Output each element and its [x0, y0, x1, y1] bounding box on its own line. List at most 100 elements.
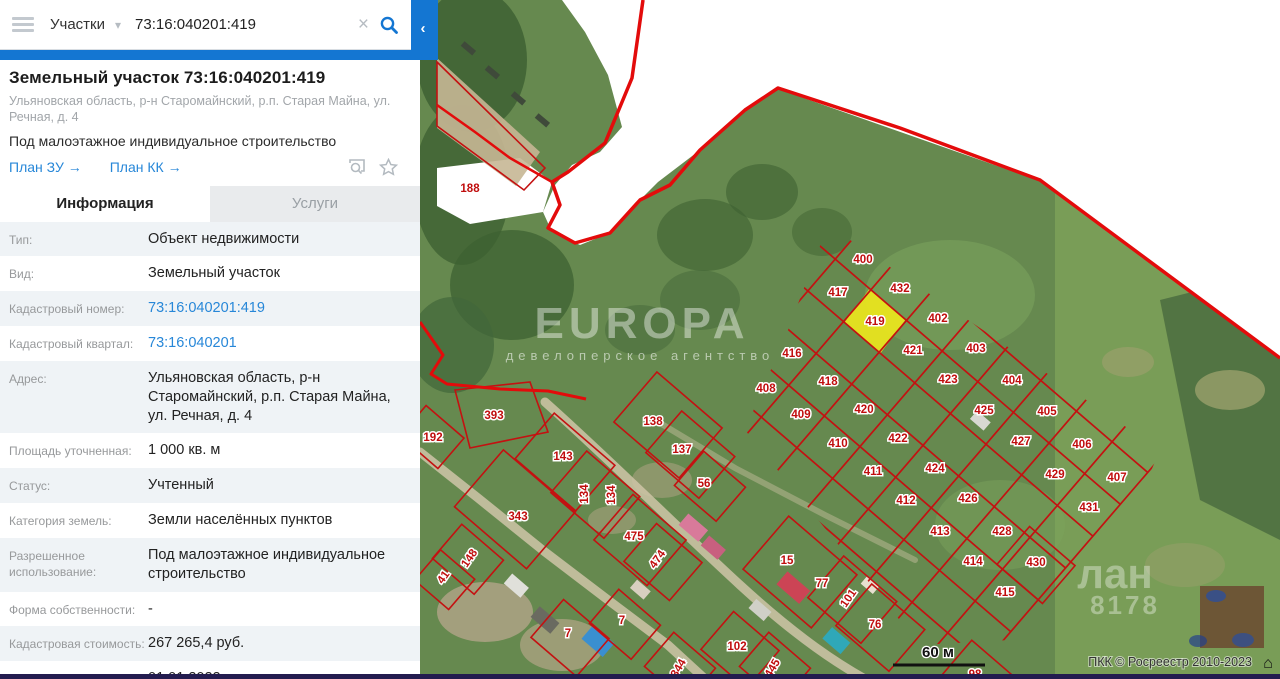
plan-zu-link[interactable]: План ЗУ →	[9, 159, 82, 175]
chevron-down-icon[interactable]: ▾	[115, 18, 121, 32]
info-row-value: Земельный участок	[148, 264, 412, 283]
parcel-label-410[interactable]: 410	[828, 438, 847, 450]
info-row-4: Кадастровый квартал:73:16:040201	[0, 326, 420, 361]
parcel-label-137[interactable]: 137	[672, 444, 691, 456]
search-category-dropdown[interactable]: Участки	[50, 16, 105, 33]
parcel-label-406[interactable]: 406	[1072, 439, 1091, 451]
map-attribution: ПКК © Росреестр 2010-2023	[1088, 655, 1252, 669]
info-row-label: Разрешенное использование:	[9, 546, 148, 584]
plan-kk-link[interactable]: План КК →	[110, 159, 182, 175]
tab-information[interactable]: Информация	[0, 186, 210, 222]
parcel-label-407[interactable]: 407	[1107, 472, 1126, 484]
parcel-label-427[interactable]: 427	[1011, 436, 1030, 448]
clear-search-icon[interactable]: ×	[358, 14, 369, 36]
parcel-label-416[interactable]: 416	[782, 348, 801, 360]
parcel-label-420[interactable]: 420	[854, 404, 873, 416]
parcel-label-430[interactable]: 430	[1026, 557, 1045, 569]
info-row-label: Тип:	[9, 230, 148, 249]
info-row-label: Кадастровый квартал:	[9, 334, 148, 353]
parcel-label-413[interactable]: 413	[930, 526, 949, 538]
parcel-label-409[interactable]: 409	[791, 409, 810, 421]
collapse-panel-button[interactable]: ‹	[411, 0, 435, 57]
panel-tabs: Информация Услуги	[0, 186, 420, 222]
parcel-label-424[interactable]: 424	[925, 463, 945, 475]
info-row-1: Тип:Объект недвижимости	[0, 222, 420, 257]
menu-icon[interactable]	[12, 17, 34, 32]
info-row-3: Кадастровый номер:73:16:040201:419	[0, 291, 420, 326]
parcel-label-431[interactable]: 431	[1079, 502, 1099, 514]
svg-text:8178: 8178	[1090, 590, 1160, 620]
parcel-label-423[interactable]: 423	[938, 374, 957, 386]
svg-text:EUROPA: EUROPA	[535, 299, 750, 348]
info-row-9: Разрешенное использование:Под малоэтажно…	[0, 538, 420, 592]
app-window: 1883931921431381375613413434314841475474…	[0, 0, 1280, 679]
parcel-label-475[interactable]: 475	[624, 531, 644, 543]
parcel-label-428[interactable]: 428	[992, 526, 1012, 538]
info-row-label: Форма собственности:	[9, 600, 148, 619]
parcel-label-418[interactable]: 418	[818, 376, 838, 388]
parcel-address-subtitle: Ульяновская область, р-н Старомайнский, …	[9, 93, 410, 126]
info-row-7: Статус:Учтенный	[0, 468, 420, 503]
parcel-label-393[interactable]: 393	[484, 410, 503, 422]
parcel-label-411[interactable]: 411	[864, 466, 883, 478]
parcel-label-188[interactable]: 188	[460, 183, 480, 195]
info-row-label: Кадастровая стоимость:	[9, 634, 148, 653]
info-row-10: Форма собственности:-	[0, 592, 420, 627]
info-row-value: Под малоэтажное индивидуальное строитель…	[148, 546, 412, 584]
info-row-12: дата определения:01.01.2022	[0, 661, 420, 674]
parcel-label-15[interactable]: 15	[781, 555, 794, 567]
info-row-5: Адрес:Ульяновская область, р-н Старомайн…	[0, 361, 420, 434]
info-table: Тип:Объект недвижимостиВид:Земельный уча…	[0, 222, 420, 675]
parcel-label-400[interactable]: 400	[853, 254, 872, 266]
cadastral-map[interactable]: 1883931921431381375613413434314841475474…	[420, 0, 1280, 679]
info-row-11: Кадастровая стоимость:267 265,4 руб.	[0, 626, 420, 661]
zoom-to-parcel-icon[interactable]	[348, 158, 367, 175]
search-bar: Участки ▾ × ‹	[0, 0, 438, 60]
parcel-label-426[interactable]: 426	[958, 493, 977, 505]
info-row-label: Адрес:	[9, 369, 148, 426]
info-row-label: Категория земель:	[9, 511, 148, 530]
parcel-label-429[interactable]: 429	[1045, 469, 1064, 481]
parcel-label-432[interactable]: 432	[890, 283, 909, 295]
parcel-label-422[interactable]: 422	[888, 433, 907, 445]
info-row-value-link[interactable]: 73:16:040201:419	[148, 299, 412, 318]
favorite-star-icon[interactable]	[379, 158, 398, 176]
parcel-label-405[interactable]: 405	[1037, 406, 1057, 418]
search-icon[interactable]	[379, 15, 399, 35]
parcel-label-143[interactable]: 143	[553, 451, 572, 463]
info-row-label: Площадь уточненная:	[9, 441, 148, 460]
parcel-label-404[interactable]: 404	[1002, 375, 1022, 387]
parcel-label-403[interactable]: 403	[966, 343, 985, 355]
info-row-8: Категория земель:Земли населённых пункто…	[0, 503, 420, 538]
watermark-europa: EUROPA девелоперское агентство	[506, 299, 775, 363]
parcel-label-415[interactable]: 415	[995, 587, 1015, 599]
parcel-label-138[interactable]: 138	[643, 416, 663, 428]
parcel-label-56[interactable]: 56	[698, 478, 711, 490]
info-row-value: Ульяновская область, р-н Старомайнский, …	[148, 369, 412, 426]
parcel-label-selected-419[interactable]: 419	[865, 316, 884, 328]
parcel-usage-text: Под малоэтажное индивидуальное строитель…	[9, 133, 410, 149]
home-icon[interactable]: ⌂	[1263, 655, 1273, 672]
parcel-label-192[interactable]: 192	[423, 432, 442, 444]
parcel-label-343[interactable]: 343	[508, 511, 527, 523]
parcel-label-134[interactable]: 134	[606, 485, 618, 505]
search-input[interactable]	[135, 16, 358, 33]
parcel-label-76[interactable]: 76	[869, 619, 882, 631]
parcel-label-417[interactable]: 417	[828, 287, 847, 299]
parcel-label-102[interactable]: 102	[727, 641, 746, 653]
parcel-label-414[interactable]: 414	[963, 556, 983, 568]
watermark-phone: лан 8178	[1077, 550, 1160, 620]
parcel-label-7[interactable]: 7	[619, 615, 625, 627]
parcel-label-425[interactable]: 425	[974, 405, 994, 417]
parcel-label-412[interactable]: 412	[896, 495, 915, 507]
parcel-label-134[interactable]: 134	[579, 484, 591, 504]
parcel-label-402[interactable]: 402	[928, 313, 947, 325]
info-row-value-link[interactable]: 73:16:040201	[148, 334, 412, 353]
info-row-value: Объект недвижимости	[148, 230, 412, 249]
parcel-label-421[interactable]: 421	[903, 345, 923, 357]
parcel-label-408[interactable]: 408	[756, 383, 776, 395]
tab-services[interactable]: Услуги	[210, 186, 420, 222]
parcel-label-77[interactable]: 77	[816, 578, 829, 590]
parcel-label-7[interactable]: 7	[565, 628, 571, 640]
info-row-label: Вид:	[9, 264, 148, 283]
